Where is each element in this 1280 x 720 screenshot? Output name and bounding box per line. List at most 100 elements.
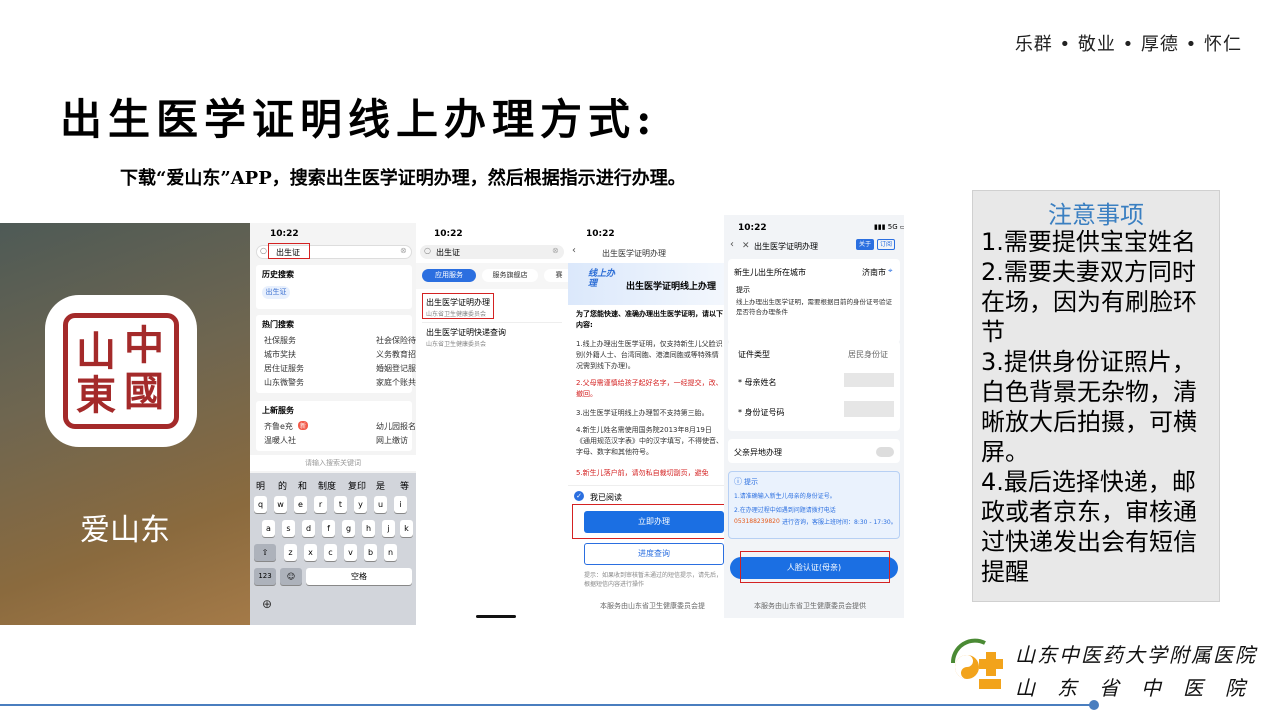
hot-item[interactable]: 城市奖扶 <box>264 349 296 360</box>
back-icon[interactable]: ‹ <box>730 239 734 250</box>
key[interactable]: e <box>294 496 307 513</box>
mother-name-field[interactable] <box>844 373 894 387</box>
clear-icon[interactable]: ⊗ <box>552 246 559 255</box>
tab-flagship[interactable]: 服务旗舰店 <box>482 269 538 282</box>
hospital-logo-icon <box>950 638 1003 689</box>
notice-line: 2.在办理过程中如遇到问题请拨打电话 <box>734 507 836 514</box>
highlight-box <box>422 293 494 319</box>
hot-item[interactable]: 山东微警务 <box>264 377 304 388</box>
hot-item[interactable]: 义务教育招生 <box>376 349 416 360</box>
numbers-key[interactable]: 123 <box>254 568 276 585</box>
new-item[interactable]: 网上缴访 <box>376 435 408 446</box>
note-item: 1.需要提供宝宝姓名 <box>981 228 1196 256</box>
subscribe-button[interactable]: 订阅 <box>877 239 895 250</box>
key[interactable]: x <box>304 544 317 561</box>
rule-5: 5.新生儿落户前，请勿私自裁切副页，避免 <box>576 469 709 477</box>
id-number-field[interactable] <box>844 401 894 417</box>
phone-screen-intro: 10:22 ‹ 出生医学证明办理 线上办理 出生医学证明线上办理 为了您能快速、… <box>568 223 724 625</box>
space-key[interactable]: 空格 <box>306 568 412 585</box>
seal-logo-icon: 山 中 東 國 <box>63 313 179 429</box>
candidate[interactable]: 明 <box>256 479 265 492</box>
key[interactable]: u <box>374 496 387 513</box>
note-item: 3.提供身份证照片，白色背景无杂物，清晰放大后拍摄，可横屏。 <box>981 348 1197 466</box>
rule-4: 4.新生儿姓名需使用国务院2013年8月19日《通用规范汉字表》中的汉字填写，不… <box>576 426 723 456</box>
id-type-value[interactable]: 居民身份证 <box>848 349 888 360</box>
key[interactable]: q <box>254 496 267 513</box>
checkbox-checked-icon[interactable]: ✓ <box>574 491 584 501</box>
key[interactable]: t <box>334 496 347 513</box>
app-icon-photo: 山 中 東 國 爱山东 <box>0 223 250 625</box>
key[interactable]: f <box>322 520 335 537</box>
phone-link[interactable]: 053188239820 <box>734 518 780 525</box>
key[interactable]: n <box>384 544 397 561</box>
intro-text: 为了您能快速、准确办理出生医学证明，请以下内容: <box>576 310 723 329</box>
tab-more[interactable]: 赛 <box>544 269 568 282</box>
key[interactable]: a <box>262 520 275 537</box>
key[interactable]: g <box>342 520 355 537</box>
about-button[interactable]: 关于 <box>856 239 874 250</box>
back-icon[interactable]: ‹ <box>572 245 576 256</box>
id-type-label: 证件类型 <box>738 350 770 359</box>
key[interactable]: w <box>274 496 287 513</box>
candidate[interactable]: 制度 <box>318 479 336 492</box>
hot-item[interactable]: 社会保险待遇 <box>376 335 416 346</box>
key[interactable]: i <box>394 496 407 513</box>
app-icon[interactable]: 山 中 東 國 <box>45 295 197 447</box>
clear-icon[interactable]: ⊗ <box>400 246 407 255</box>
notice-line: 进行咨询，客服上班时间：8:30 - 17:30。 <box>782 519 897 526</box>
search-icon: ○ <box>260 246 267 255</box>
candidate[interactable]: 是 <box>376 479 385 492</box>
shift-icon[interactable]: ⇧ <box>254 544 276 561</box>
new-badge: 新 <box>298 421 309 430</box>
key[interactable]: h <box>362 520 375 537</box>
info-icon: ⓘ <box>734 477 742 486</box>
tab-app-services[interactable]: 应用服务 <box>422 269 476 282</box>
notes-panel: 注意事项 1.需要提供宝宝姓名 2.需要夫妻双方同时在场，因为有刷脸环节 3.提… <box>972 190 1220 602</box>
search-input[interactable]: 出生证 <box>436 247 460 258</box>
key[interactable]: j <box>382 520 395 537</box>
new-item[interactable]: 温暖人社 <box>264 435 296 446</box>
key[interactable]: r <box>314 496 327 513</box>
key[interactable]: v <box>344 544 357 561</box>
key[interactable]: k <box>400 520 413 537</box>
history-tag[interactable]: 出生证 <box>262 286 290 299</box>
notes-body: 1.需要提供宝宝姓名 2.需要夫妻双方同时在场，因为有刷脸环节 3.提供身份证照… <box>981 227 1215 587</box>
key[interactable]: b <box>364 544 377 561</box>
key[interactable]: s <box>282 520 295 537</box>
candidate[interactable]: 的 <box>278 479 287 492</box>
id-number-label: * 身份证号码 <box>738 408 785 417</box>
progress-query-button[interactable]: 进度查询 <box>584 543 724 565</box>
key[interactable]: d <box>302 520 315 537</box>
father-toggle[interactable] <box>876 447 894 457</box>
city-value[interactable]: 济南市 <box>862 267 886 278</box>
divider <box>422 322 562 323</box>
app-name: 爱山东 <box>80 513 170 548</box>
new-item[interactable]: 幼儿园报名 <box>376 421 416 432</box>
new-title: 上新服务 <box>262 406 294 415</box>
hot-item[interactable]: 居住证服务 <box>264 363 304 374</box>
mother-name-label: * 母亲姓名 <box>738 378 777 387</box>
candidate[interactable]: 和 <box>298 479 307 492</box>
notice-line: 1.请准确输入新生儿母亲的身份证号。 <box>734 493 836 500</box>
key[interactable]: y <box>354 496 367 513</box>
key[interactable]: c <box>324 544 337 561</box>
tip-text: 线上办理出生医学证明，需要根据目前的身份证号验证是否符合办理条件 <box>736 298 892 316</box>
nav-title: 出生医学证明办理 <box>754 242 818 251</box>
rule-1: 1.线上办理出生医学证明，仅支持新生儿父脸识别(外籍人士、台湾同胞、港澳同胞或等… <box>576 340 723 370</box>
signal-icon: ▮▮▮ 5G ▭ <box>874 223 904 231</box>
emoji-icon[interactable]: ☺ <box>280 568 302 585</box>
candidate[interactable]: 复印 <box>348 479 366 492</box>
notice-title: 提示 <box>744 478 758 486</box>
status-time: 10:22 <box>434 229 463 239</box>
hot-item[interactable]: 家庭个账共济 <box>376 377 416 388</box>
hospital-name-short: 山东省中医院 <box>1015 676 1267 700</box>
new-item[interactable]: 齐鲁e充 <box>264 421 293 432</box>
globe-icon[interactable]: ⊕ <box>262 597 272 611</box>
candidate[interactable]: 等 <box>400 479 409 492</box>
hot-item[interactable]: 婚姻登记服务 <box>376 363 416 374</box>
result-title[interactable]: 出生医学证明快递查询 <box>426 327 506 338</box>
close-icon[interactable]: ✕ <box>742 241 750 251</box>
hot-item[interactable]: 社保服务 <box>264 335 296 346</box>
slide-title: 出生医学证明线上办理方式: <box>60 95 658 144</box>
key[interactable]: z <box>284 544 297 561</box>
